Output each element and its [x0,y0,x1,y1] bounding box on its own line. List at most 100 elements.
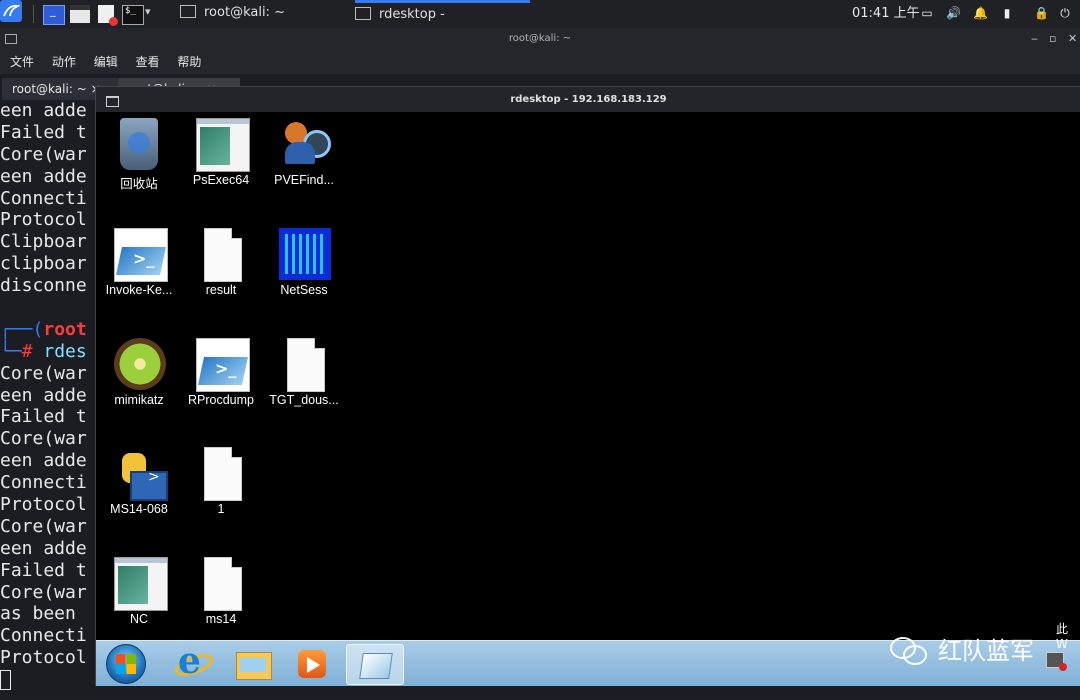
media-player-icon[interactable] [284,644,340,683]
menu-help[interactable]: 帮助 [177,55,201,69]
terminal-line: een adde [0,100,87,121]
terminal-titlebar[interactable]: root@kali: ~ ‒ ▫ ✕ [0,28,1080,50]
desktop-icon-label: NetSess [280,283,328,297]
desktop-icon-ms14[interactable]: ms14 [179,551,263,651]
start-button-icon[interactable] [106,644,146,684]
terminal-line: Core(war [0,428,87,450]
desktop-icon-netsess[interactable]: NetSess [262,222,346,322]
window-app-icon [196,118,250,172]
desktop-icon-label: 1 [217,502,225,516]
network-warning-icon[interactable] [1046,652,1067,671]
user-search-icon [279,118,331,170]
terminal-line: Core(war [0,362,87,384]
prompt-user: root [43,318,87,340]
display-icon[interactable]: ▭ [920,6,934,20]
desktop-icon-label: PVEFind... [274,173,334,187]
file-manager-icon[interactable] [70,5,90,23]
rdesktop-titlebar[interactable]: rdesktop - 192.168.183.129 [96,87,1080,112]
menu-file[interactable]: 文件 [10,55,34,69]
terminal-line: een adde [0,384,87,406]
remote-desktop[interactable]: 回收站 PsExec64 PVEFind... >_ Invoke-Ke... … [96,112,1080,665]
terminal-line: disconne [0,275,87,297]
desktop-icon-label: mimikatz [114,393,164,407]
prompt-frame: └─ [0,340,22,362]
ps-glyph: >_ [215,359,237,378]
kali-menu-icon[interactable] [0,0,22,22]
close-button[interactable]: ✕ [1068,28,1077,50]
chevron-down-icon[interactable]: ▾ [145,5,151,18]
volume-icon[interactable]: 🔊 [946,6,961,20]
python-glyph: > [148,469,160,485]
terminal-launcher-icon[interactable]: $_ [122,5,144,25]
prompt-hash: # [21,340,33,362]
internet-explorer-icon[interactable] [164,640,220,683]
terminal-line: Failed t [0,406,87,428]
desktop-icon-nc[interactable]: NC [97,551,181,651]
desktop-icon-label: ms14 [205,612,237,626]
file-explorer-icon[interactable] [224,644,280,683]
terminal-line: Core(war [0,515,87,537]
blank-file-icon [287,338,325,392]
terminal-line: Failed t [0,559,87,581]
prompt-frame: ┌──( [0,318,44,340]
desktop-icon-invoke[interactable]: >_ Invoke-Ke... [97,222,181,322]
desktop-icon-result[interactable]: result [179,222,263,322]
desktop-icon-tgt[interactable]: TGT_dous... [262,332,346,432]
terminal-window-icon [5,34,17,44]
desktop-icon-label: TGT_dous... [269,393,339,407]
terminal-line: as been [0,603,87,625]
text-editor-icon[interactable] [98,5,118,26]
maximize-button[interactable]: ▫ [1049,28,1056,50]
terminal-line: Protocol [0,647,87,669]
active-window-taskbar-button[interactable] [346,644,404,685]
desktop-icon-ms14-068[interactable]: > MS14-068 [97,441,181,541]
desktop-icon-1[interactable]: 1 [179,441,263,541]
taskbar-item-terminal[interactable]: root@kali: ~ [180,0,340,28]
terminal-line: Protocol [0,209,87,231]
desktop-icon-label: MS14-068 [110,502,168,516]
tab-label: root@kali: ~ [12,82,87,96]
desktop-icon-mimikatz[interactable]: mimikatz [97,332,181,432]
desktop-icon-label: NC [129,612,149,626]
window-title: root@kali: ~ [508,33,572,44]
menu-view[interactable]: 查看 [136,55,160,69]
desktop-icon-pvefind[interactable]: PVEFind... [262,112,346,212]
terminal-line: een adde [0,450,87,472]
workspace-launcher-icon[interactable]: _ [43,4,65,25]
taskbar-item-rdesktop[interactable]: rdesktop - 192.168.183.1... [355,0,530,45]
rdesktop-window-icon [106,96,119,107]
panel-separator [33,5,34,23]
desktop-icon-psexec64[interactable]: PsExec64 [179,112,263,212]
python-script-icon: > [114,447,168,501]
menu-edit[interactable]: 编辑 [94,55,118,69]
rdesktop-window: rdesktop - 192.168.183.129 回收站 PsExec64 … [95,86,1080,686]
blank-file-icon [204,557,242,611]
battery-icon[interactable]: ▮ [1000,6,1014,20]
recycle-bin-icon [120,118,158,170]
blank-file-icon [204,447,242,501]
clipped-tray-text: 此 W [1056,622,1069,651]
powershell-script-icon: >_ [114,228,168,282]
window-app-icon [114,557,168,611]
windows-logo-icon [116,654,136,674]
terminal-output[interactable]: een adde Failed t Core(war een adde Conn… [0,100,100,700]
menu-action[interactable]: 动作 [52,55,76,69]
launcher-glyph: _ [50,4,56,17]
window-title: rdesktop - 192.168.183.129 [510,94,667,105]
minimize-button[interactable]: ‒ [1031,28,1038,50]
power-icon[interactable]: ⏻ [1058,6,1072,20]
desktop-icon-label: result [205,283,237,297]
prompt-command: rdes [32,340,87,362]
desktop-icon-recycle-bin[interactable]: 回收站 [97,112,181,212]
desktop-icon-label: PsExec64 [192,173,250,187]
wechat-logo-icon [890,635,928,665]
terminal-line: een adde [0,165,87,187]
powershell-script-icon: >_ [196,338,250,392]
desktop-icon-rprocdump[interactable]: >_ RProcdump [179,332,263,432]
ps-glyph: >_ [133,249,155,268]
clock[interactable]: 01:41 上午 [852,0,920,28]
notification-icon[interactable]: 🔔 [973,6,988,20]
terminal-line: clipboar [0,253,87,275]
desktop-icon-label: RProcdump [188,393,254,407]
lock-icon[interactable]: 🔒 [1034,6,1049,20]
